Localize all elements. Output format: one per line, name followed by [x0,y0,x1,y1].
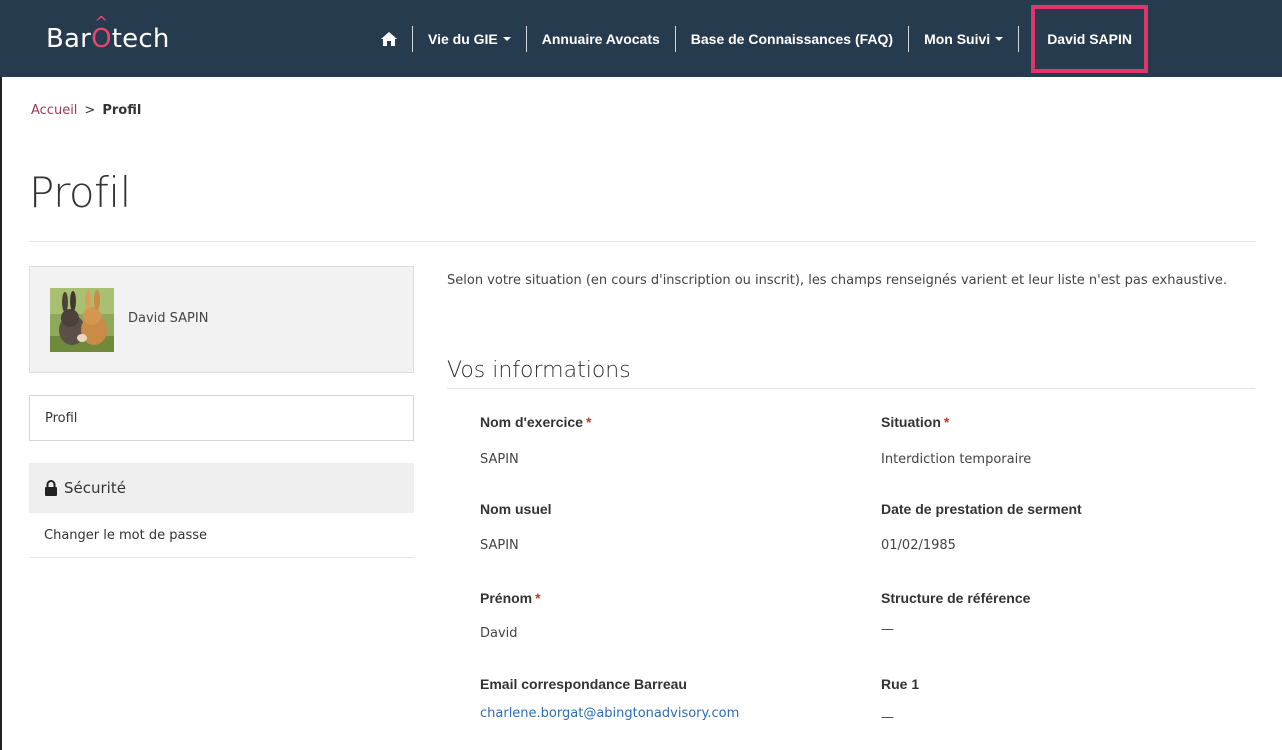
nav-mon-suivi[interactable]: Mon Suivi [909,0,1018,77]
nav-user-label: David SAPIN [1047,30,1132,47]
field-label-text: Situation [881,414,941,430]
profile-name: David SAPIN [128,311,209,326]
field-label-text: Prénom [480,590,533,606]
caret-down-icon [995,36,1004,41]
nav-vie-du-gie[interactable]: Vie du GIE [413,0,526,77]
sidebar-section-security: Sécurité [29,463,414,513]
brand-prefix: Bar [46,24,92,54]
field-label-text: Email correspondance Barreau [480,676,687,692]
field-label-nom-usuel: Nom usuel [480,501,552,517]
page-title: Profil [29,168,131,217]
field-label-email: Email correspondance Barreau [480,676,687,692]
field-label-text: Nom usuel [480,501,552,517]
field-value-situation: Interdiction temporaire [881,452,1032,467]
field-value-nom-usuel: SAPIN [480,538,519,553]
field-label-text: Date de prestation de serment [881,501,1082,517]
nav-vie-du-gie-label: Vie du GIE [428,30,498,47]
breadcrumb: Accueil > Profil [31,103,141,118]
section-title: Vos informations [447,358,631,383]
nav-faq[interactable]: Base de Connaissances (FAQ) [676,0,908,77]
home-icon [381,31,397,46]
sidebar-item-profil-label: Profil [45,411,78,426]
title-divider [29,241,1256,242]
field-label-prenom: Prénom * [480,590,541,606]
main-nav: Vie du GIE Annuaire Avocats Base de Conn… [366,0,1148,77]
sidebar-security-label: Sécurité [64,479,126,497]
field-label-date-serment: Date de prestation de serment [881,501,1082,517]
brand-hat: ^ [94,13,109,32]
field-value-rue1: — [881,710,894,725]
nav-annuaire-avocats[interactable]: Annuaire Avocats [527,0,675,77]
field-label-text: Rue 1 [881,676,920,692]
field-label-situation: Situation * [881,414,949,430]
field-label-text: Structure de référence [881,590,1031,606]
page-border [0,0,1282,750]
sidebar-item-change-password[interactable]: Changer le mot de passe [29,513,414,558]
field-value-structure: — [881,622,894,637]
nav-mon-suivi-label: Mon Suivi [924,30,991,47]
brand-suffix: tech [111,24,170,54]
field-value-prenom: David [480,626,518,641]
field-value-nom-exercice: SAPIN [480,452,519,467]
nav-annuaire-avocats-label: Annuaire Avocats [541,30,660,47]
avatar [50,288,114,352]
caret-down-icon [502,36,511,41]
field-label-structure: Structure de référence [881,590,1030,606]
profile-card: David SAPIN [29,266,414,373]
field-label-text: Nom d'exercice [480,414,583,430]
breadcrumb-separator: > [84,103,96,118]
top-navbar: Bar ^ Otech Vie du GIE Annuaire Avocats Ba… [0,0,1282,77]
field-label-rue1: Rue 1 [881,676,919,692]
field-label-nom-exercice: Nom d'exercice * [480,414,591,430]
breadcrumb-home-link[interactable]: Accueil [31,103,77,118]
nav-separator [1018,25,1020,52]
breadcrumb-current: Profil [102,103,142,118]
nav-user-menu[interactable]: David SAPIN [1031,4,1148,73]
required-marker: * [535,590,541,606]
nav-faq-label: Base de Connaissances (FAQ) [690,30,894,47]
required-marker: * [943,414,950,430]
field-value-email-link[interactable]: charlene.borgat@abingtonadvisory.com [480,706,739,721]
field-value-date-serment: 01/02/1985 [881,538,956,553]
intro-text: Selon votre situation (en cours d'inscri… [447,273,1227,288]
section-divider [447,388,1255,389]
nav-home[interactable] [366,0,412,77]
brand-logo[interactable]: Bar ^ Otech [46,15,170,55]
required-marker: * [585,414,592,430]
sidebar-item-profil[interactable]: Profil [29,395,414,441]
sidebar-change-password-label: Changer le mot de passe [44,528,207,543]
brand-accent: ^ O [91,15,112,55]
lock-icon [45,480,57,496]
